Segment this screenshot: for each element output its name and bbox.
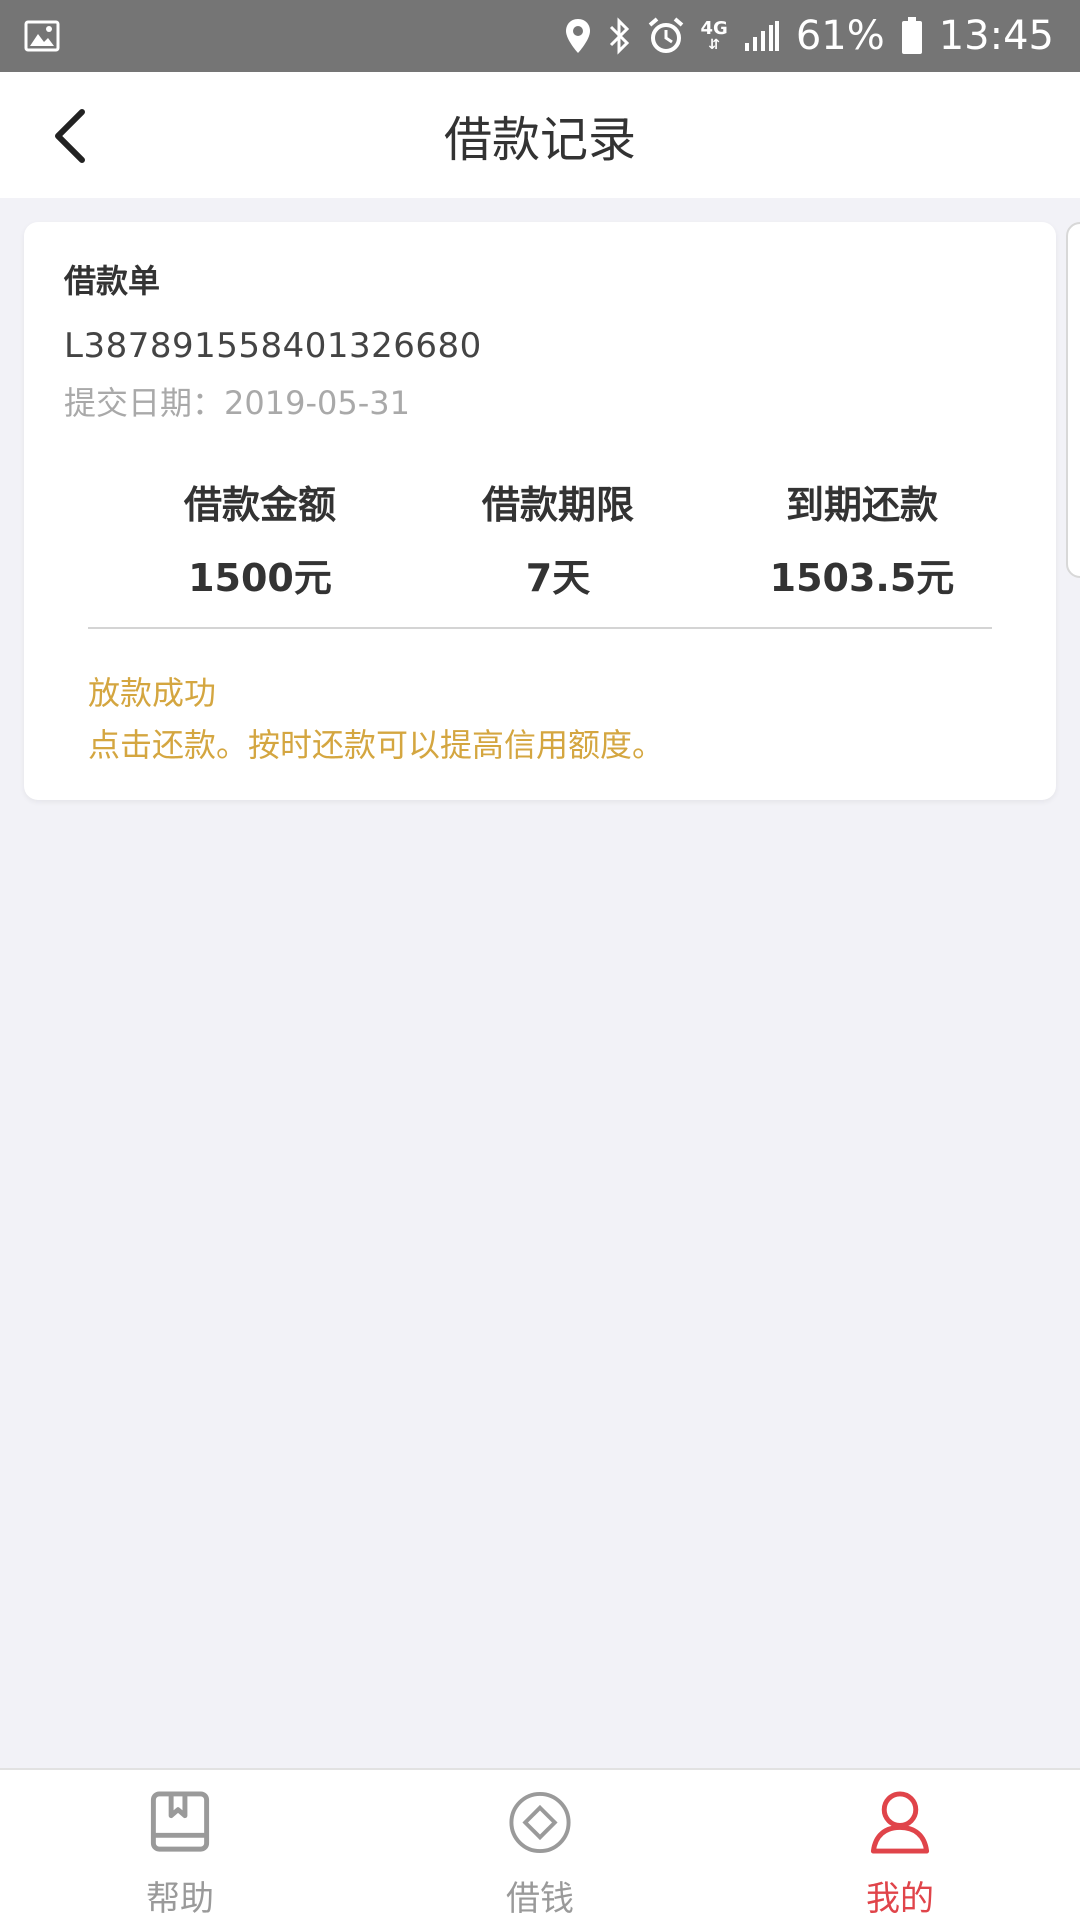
chevron-left-icon [55,109,85,163]
bluetooth-icon [609,17,629,55]
network-indicator: 4G ⇵ [700,18,728,53]
term-value: 7天 [525,556,591,600]
clock: 13:45 [938,13,1054,59]
bottom-nav: 帮助 借钱 我的 [0,1768,1080,1920]
battery-icon [901,17,922,54]
stat-term: 借款期限 7天 [408,474,708,602]
user-icon [870,1791,930,1854]
signal-icon [744,21,779,51]
diamond-coin-icon [509,1791,571,1854]
card-divider [88,627,992,629]
status-bar: 4G ⇵ 61% 13:45 [0,0,1080,72]
nav-item-mine[interactable]: 我的 [720,1770,1080,1920]
page-title: 借款记录 [443,112,636,168]
amount-value: 1500元 [188,556,332,600]
submit-date-row: 提交日期：2019-05-31 [64,378,410,424]
loan-status: 放款成功 [88,674,217,712]
card-title: 借款单 [64,262,161,300]
stat-due: 到期还款 1503.5元 [712,474,1012,602]
nav-label-help: 帮助 [146,1879,214,1919]
loan-number: L387891558401326680 [64,326,482,366]
image-icon [24,20,60,52]
submit-date-label: 提交日期： [64,384,225,422]
nav-item-help[interactable]: 帮助 [0,1770,360,1920]
due-value: 1503.5元 [769,556,955,600]
location-icon [565,19,590,53]
stat-amount: 借款金额 1500元 [110,474,410,602]
term-label: 借款期限 [481,483,634,527]
repay-hint-link[interactable]: 点击还款。按时还款可以提高信用额度。 [88,720,664,766]
submit-date-value: 2019-05-31 [224,384,410,422]
nav-item-borrow[interactable]: 借钱 [360,1770,720,1920]
nav-label-mine: 我的 [866,1879,934,1919]
amount-label: 借款金额 [183,483,336,527]
nav-label-borrow: 借钱 [506,1879,574,1919]
app-header: 借款记录 [0,72,1080,198]
book-icon [150,1791,210,1852]
next-card-edge[interactable] [1066,222,1080,578]
due-label: 到期还款 [785,483,938,527]
loan-stats: 借款金额 1500元 借款期限 7天 到期还款 1503.5元 [24,474,1056,600]
alarm-icon [648,17,683,53]
battery-percent: 61% [795,13,885,59]
back-button[interactable] [30,96,110,176]
network-type: 4G [700,18,728,39]
